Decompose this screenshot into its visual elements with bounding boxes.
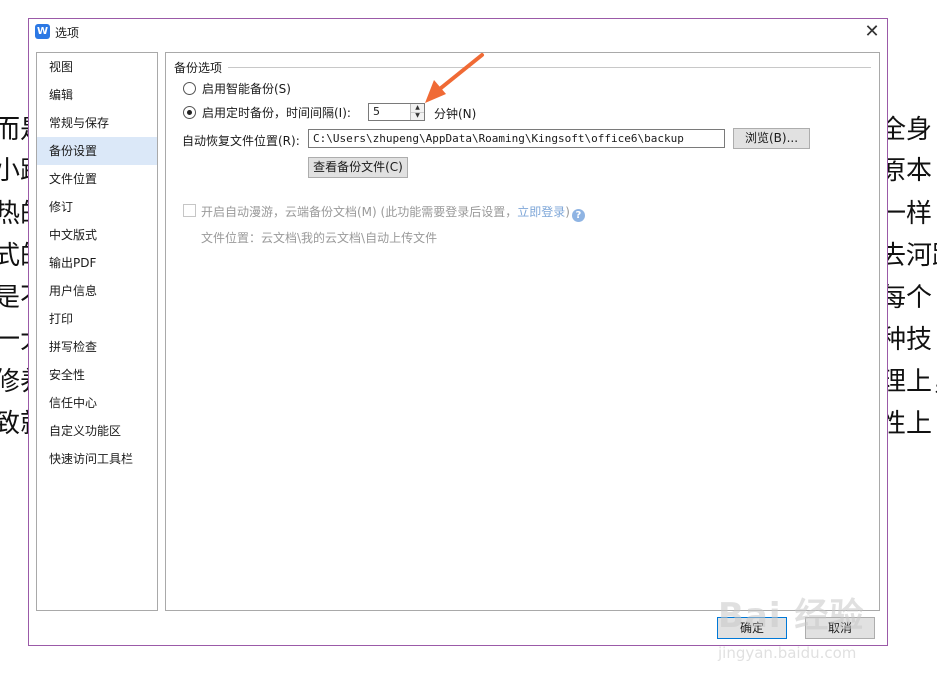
sidebar-item-edit[interactable]: 编辑 <box>37 81 157 109</box>
interval-stepper[interactable]: 5 ▲ ▼ <box>368 103 425 121</box>
close-icon[interactable]: ✕ <box>857 19 887 45</box>
smart-backup-label[interactable]: 启用智能备份(S) <box>202 80 291 97</box>
sidebar-item-backup-settings[interactable]: 备份设置 <box>37 137 157 165</box>
recovery-path-input[interactable]: C:\Users\zhupeng\AppData\Roaming\Kingsof… <box>308 129 725 148</box>
cancel-button[interactable]: 取消 <box>805 617 875 639</box>
cloud-roaming-text: 开启自动漫游，云端备份文档(M) (此功能需要登录后设置， <box>201 205 518 219</box>
doc-line-right: 去河路 <box>880 241 937 271</box>
interval-unit-label: 分钟(N) <box>434 107 477 121</box>
login-now-link[interactable]: 立即登录 <box>517 205 565 219</box>
sidebar-item-file-location[interactable]: 文件位置 <box>37 165 157 193</box>
ok-button[interactable]: 确定 <box>717 617 787 639</box>
timed-backup-label[interactable]: 启用定时备份，时间间隔(I): <box>202 104 351 121</box>
cloud-file-location-label: 文件位置：云文档\我的云文档\自动上传文件 <box>201 231 438 245</box>
cloud-roaming-label: 开启自动漫游，云端备份文档(M) (此功能需要登录后设置，立即登录)? <box>201 203 585 222</box>
options-sidebar: 视图 编辑 常规与保存 备份设置 文件位置 修订 中文版式 输出PDF 用户信息… <box>36 52 158 611</box>
cloud-roaming-checkbox[interactable] <box>183 204 196 217</box>
sidebar-item-export-pdf[interactable]: 输出PDF <box>37 249 157 277</box>
sidebar-item-view[interactable]: 视图 <box>37 53 157 81</box>
sidebar-item-chinese-layout[interactable]: 中文版式 <box>37 221 157 249</box>
sidebar-item-customize-ribbon[interactable]: 自定义功能区 <box>37 417 157 445</box>
wps-app-icon: W <box>35 24 50 39</box>
stepper-down-icon[interactable]: ▼ <box>411 112 424 120</box>
backup-group-title: 备份选项 <box>174 59 227 76</box>
sidebar-item-general-save[interactable]: 常规与保存 <box>37 109 157 137</box>
sidebar-item-spell-check[interactable]: 拼写检查 <box>37 333 157 361</box>
help-icon[interactable]: ? <box>571 209 585 222</box>
watermark-url: jingyan.baidu.com <box>718 644 857 662</box>
doc-line-right: 理上， <box>880 367 937 397</box>
smart-backup-radio[interactable] <box>183 82 196 95</box>
options-dialog: W 选项 ✕ 视图 编辑 常规与保存 备份设置 文件位置 修订 中文版式 输出P… <box>28 18 888 646</box>
sidebar-item-print[interactable]: 打印 <box>37 305 157 333</box>
interval-value[interactable]: 5 <box>373 105 380 118</box>
recovery-location-label: 自动恢复文件位置(R): <box>182 134 300 148</box>
sidebar-item-user-info[interactable]: 用户信息 <box>37 277 157 305</box>
timed-backup-radio[interactable] <box>183 106 196 119</box>
sidebar-item-trust-center[interactable]: 信任中心 <box>37 389 157 417</box>
sidebar-item-quick-access-toolbar[interactable]: 快速访问工具栏 <box>37 445 157 473</box>
cloud-roaming-close-paren: ) <box>565 205 570 219</box>
browse-button[interactable]: 浏览(B)... <box>733 128 810 149</box>
sidebar-item-revision[interactable]: 修订 <box>37 193 157 221</box>
view-backup-files-button[interactable]: 查看备份文件(C) <box>308 157 408 178</box>
stepper-arrows: ▲ ▼ <box>410 104 424 120</box>
dialog-title: 选项 <box>55 26 80 40</box>
dialog-titlebar: W 选项 ✕ <box>29 19 887 45</box>
group-divider <box>228 67 871 68</box>
sidebar-item-security[interactable]: 安全性 <box>37 361 157 389</box>
backup-settings-panel: 备份选项 启用智能备份(S) 启用定时备份，时间间隔(I): 5 ▲ ▼ 分钟(… <box>165 52 880 611</box>
